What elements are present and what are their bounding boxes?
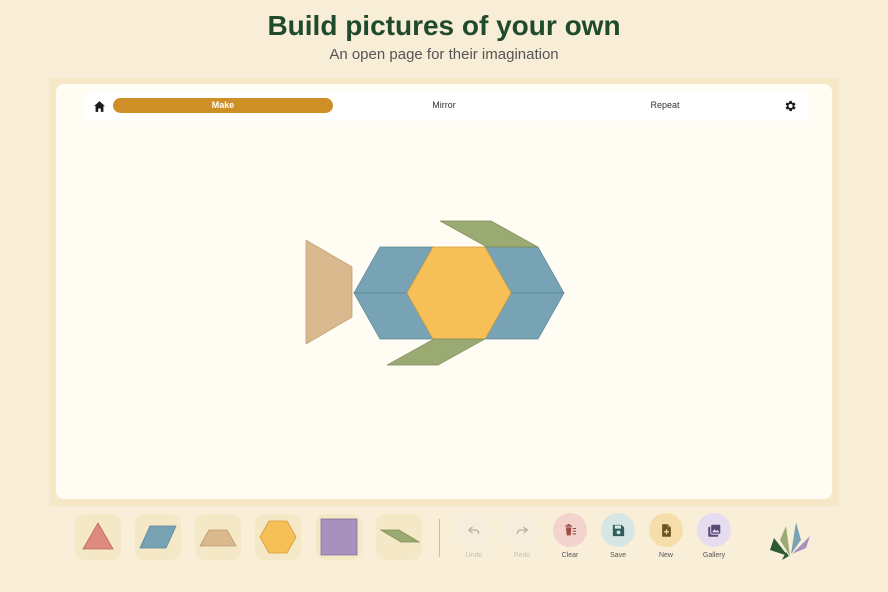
gallery-button[interactable]: Gallery (694, 513, 734, 563)
palette-rhombus-button[interactable] (135, 514, 181, 560)
trapezoid-shape-icon (199, 529, 237, 547)
app-logo-icon (770, 522, 810, 560)
thin-rhombus-piece[interactable] (439, 220, 539, 248)
rhombus-shape-icon (139, 525, 177, 549)
redo-icon (516, 526, 528, 534)
hexagon-shape-icon (259, 520, 297, 554)
new-button[interactable]: New (646, 513, 686, 563)
palette-hexagon-button[interactable] (255, 514, 301, 560)
palette-triangle-button[interactable] (75, 514, 121, 560)
redo-button[interactable]: Redo (502, 513, 542, 563)
triangle-shape-icon (82, 522, 114, 550)
thin-rhombus-piece[interactable] (386, 338, 486, 366)
square-shape-icon (320, 518, 358, 556)
toolbar-divider (439, 519, 440, 557)
undo-button[interactable]: Undo (454, 513, 494, 563)
thin-rhombus-shape-icon (379, 529, 421, 543)
save-icon (612, 524, 624, 536)
canvas-pieces (305, 220, 565, 366)
save-button[interactable]: Save (598, 513, 638, 563)
undo-icon (468, 526, 480, 534)
trapezoid-piece[interactable] (305, 239, 353, 345)
clear-button[interactable]: Clear (550, 513, 590, 563)
gallery-icon (707, 523, 721, 537)
palette-thin-rhombus-button[interactable] (376, 514, 422, 560)
gallery-label: Gallery (702, 552, 726, 559)
trash-icon (565, 524, 576, 536)
new-page-icon (661, 523, 671, 537)
palette-square-button[interactable] (316, 514, 362, 560)
palette-trapezoid-button[interactable] (195, 514, 241, 560)
